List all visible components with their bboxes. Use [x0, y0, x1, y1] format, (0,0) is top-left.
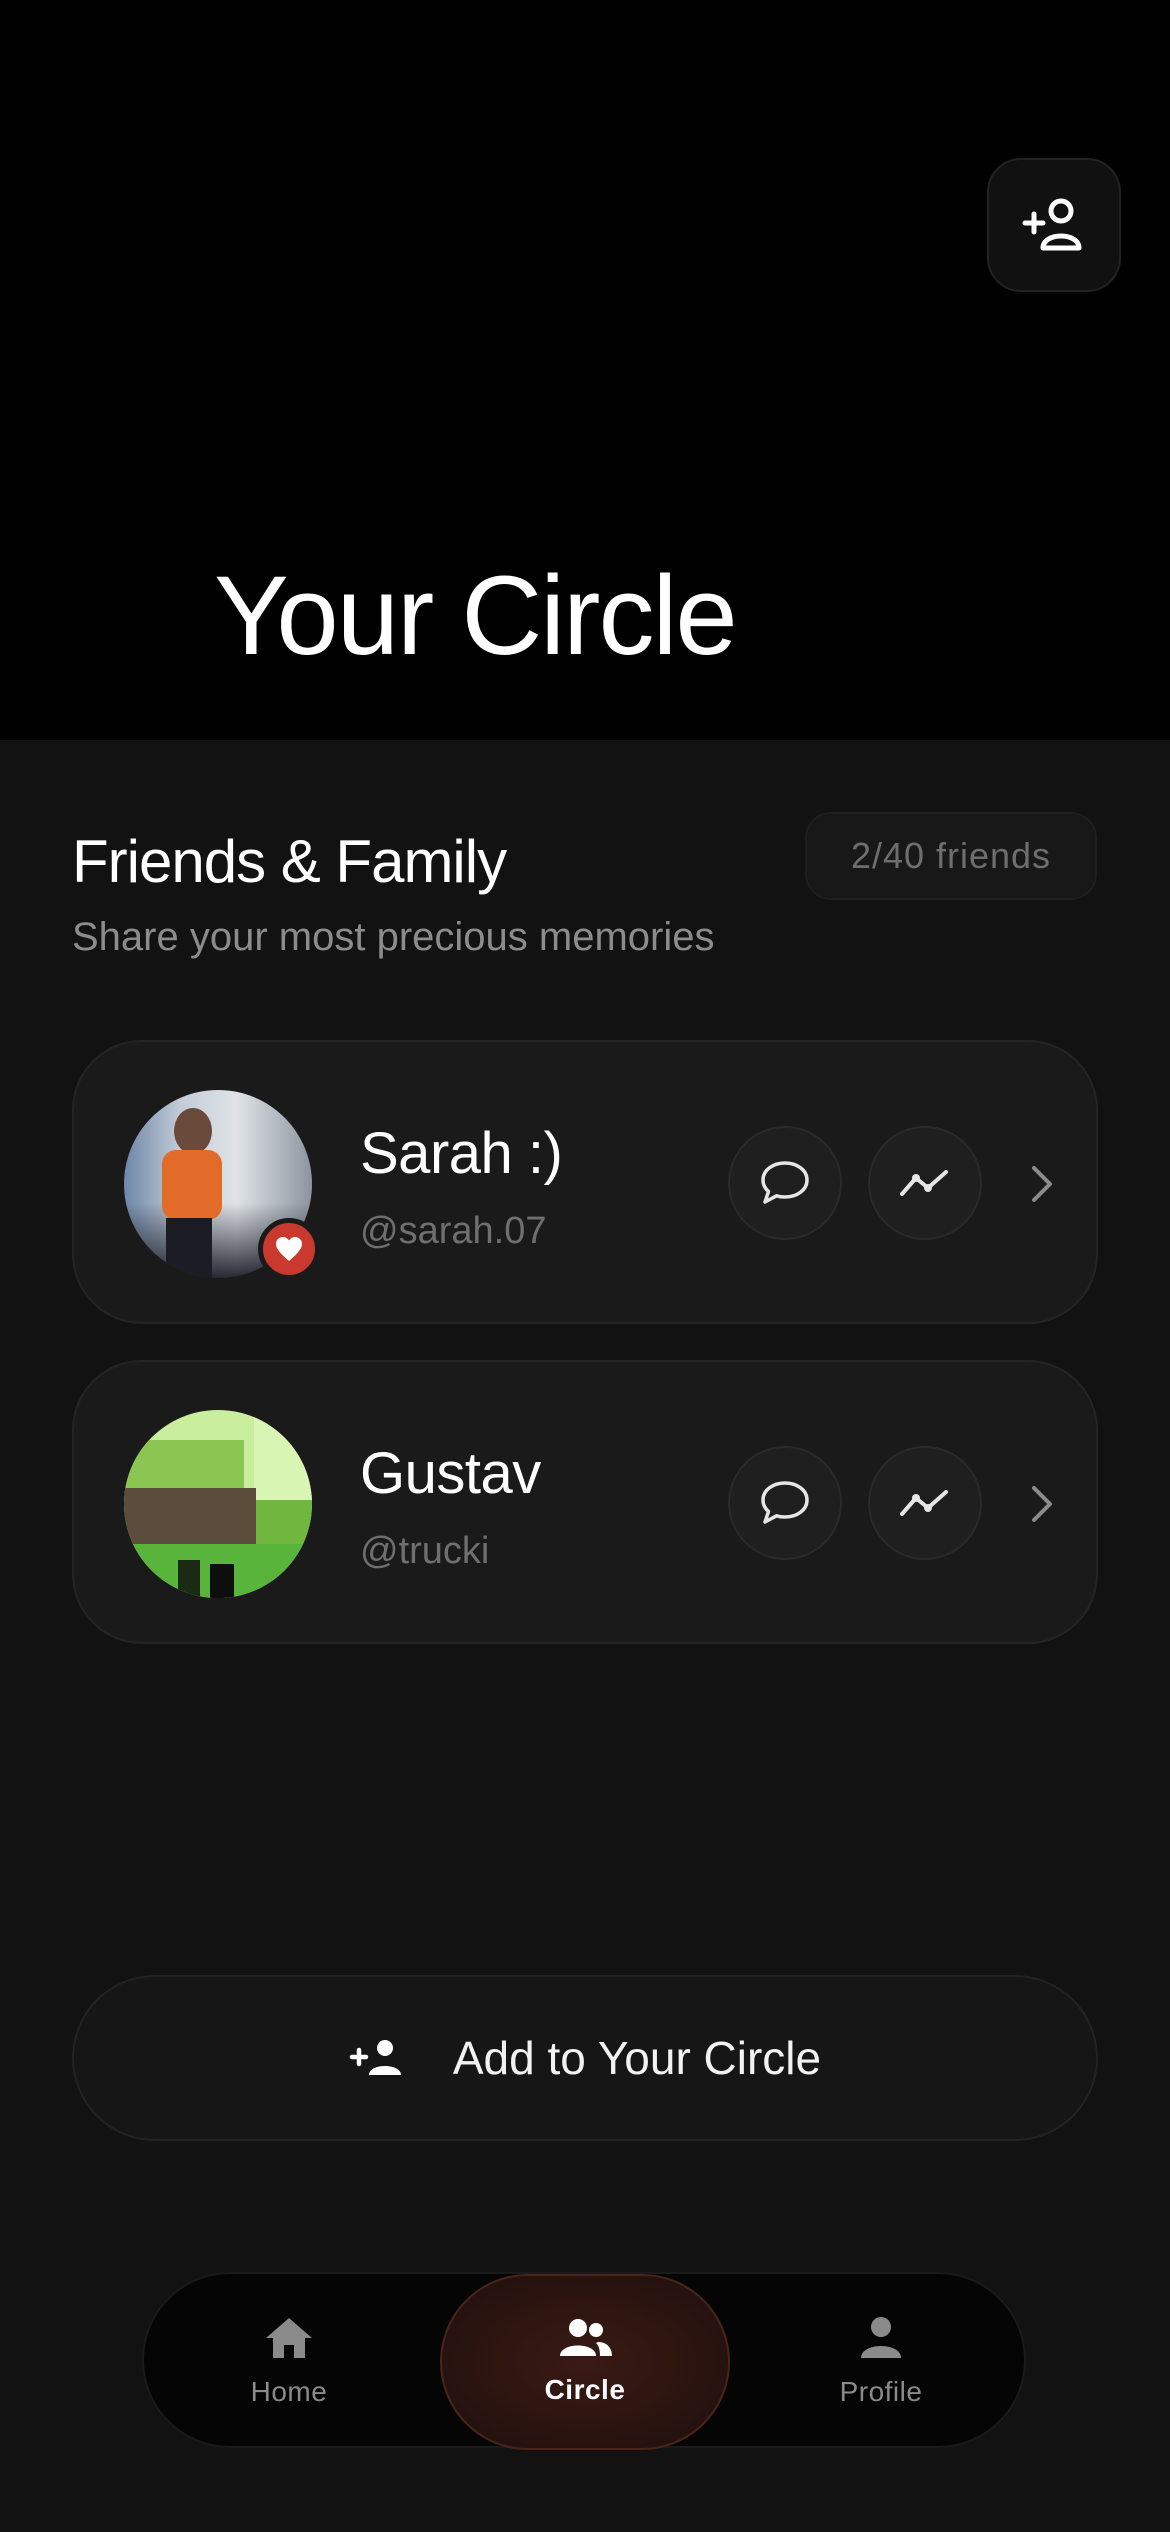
friend-count-badge: 2/40 friends — [805, 812, 1097, 900]
message-button[interactable] — [728, 1126, 842, 1240]
screen: Your Circle Friends & Family Share your … — [0, 0, 1170, 2532]
section-title: Friends & Family — [72, 828, 507, 895]
chevron-right-icon[interactable] — [1014, 1154, 1070, 1214]
friend-handle: @sarah.07 — [360, 1210, 547, 1252]
friend-handle: @trucki — [360, 1530, 490, 1572]
friend-name: Gustav — [360, 1441, 541, 1506]
person-icon — [861, 2317, 901, 2358]
friend-name: Sarah :) — [360, 1121, 563, 1186]
activity-button[interactable] — [868, 1126, 982, 1240]
add-person-icon — [1022, 198, 1082, 251]
chevron-right-icon[interactable] — [1014, 1474, 1070, 1534]
trend-icon — [900, 1490, 948, 1516]
heart-icon — [276, 1237, 302, 1261]
activity-button[interactable] — [868, 1446, 982, 1560]
section-subtitle: Share your most precious memories — [72, 915, 715, 959]
page-title: Your Circle — [214, 553, 738, 678]
nav-item-home[interactable]: Home — [144, 2274, 434, 2450]
nav-label: Profile — [839, 2376, 923, 2407]
nav-label: Home — [250, 2376, 328, 2407]
add-person-icon — [349, 2040, 401, 2075]
friend-card[interactable]: Sarah :) @sarah.07 — [72, 1040, 1098, 1324]
add-friend-button[interactable] — [987, 158, 1121, 292]
home-icon — [266, 2318, 312, 2358]
add-to-circle-button[interactable]: Add to Your Circle — [72, 1975, 1098, 2141]
header: Your Circle — [0, 0, 1170, 740]
add-to-circle-label: Add to Your Circle — [452, 2032, 822, 2084]
chat-bubble-icon — [761, 1161, 809, 1204]
group-icon — [560, 2319, 612, 2356]
favorite-badge — [258, 1218, 320, 1280]
chat-bubble-icon — [761, 1481, 809, 1524]
message-button[interactable] — [728, 1446, 842, 1560]
nav-label: Circle — [544, 2374, 626, 2405]
nav-item-profile[interactable]: Profile — [736, 2274, 1026, 2450]
friend-card[interactable]: Gustav @trucki — [72, 1360, 1098, 1644]
nav-item-circle[interactable]: Circle — [440, 2274, 730, 2450]
trend-icon — [900, 1170, 948, 1196]
bottom-nav: Home Circle Profile — [142, 2272, 1026, 2450]
avatar — [124, 1410, 312, 1598]
